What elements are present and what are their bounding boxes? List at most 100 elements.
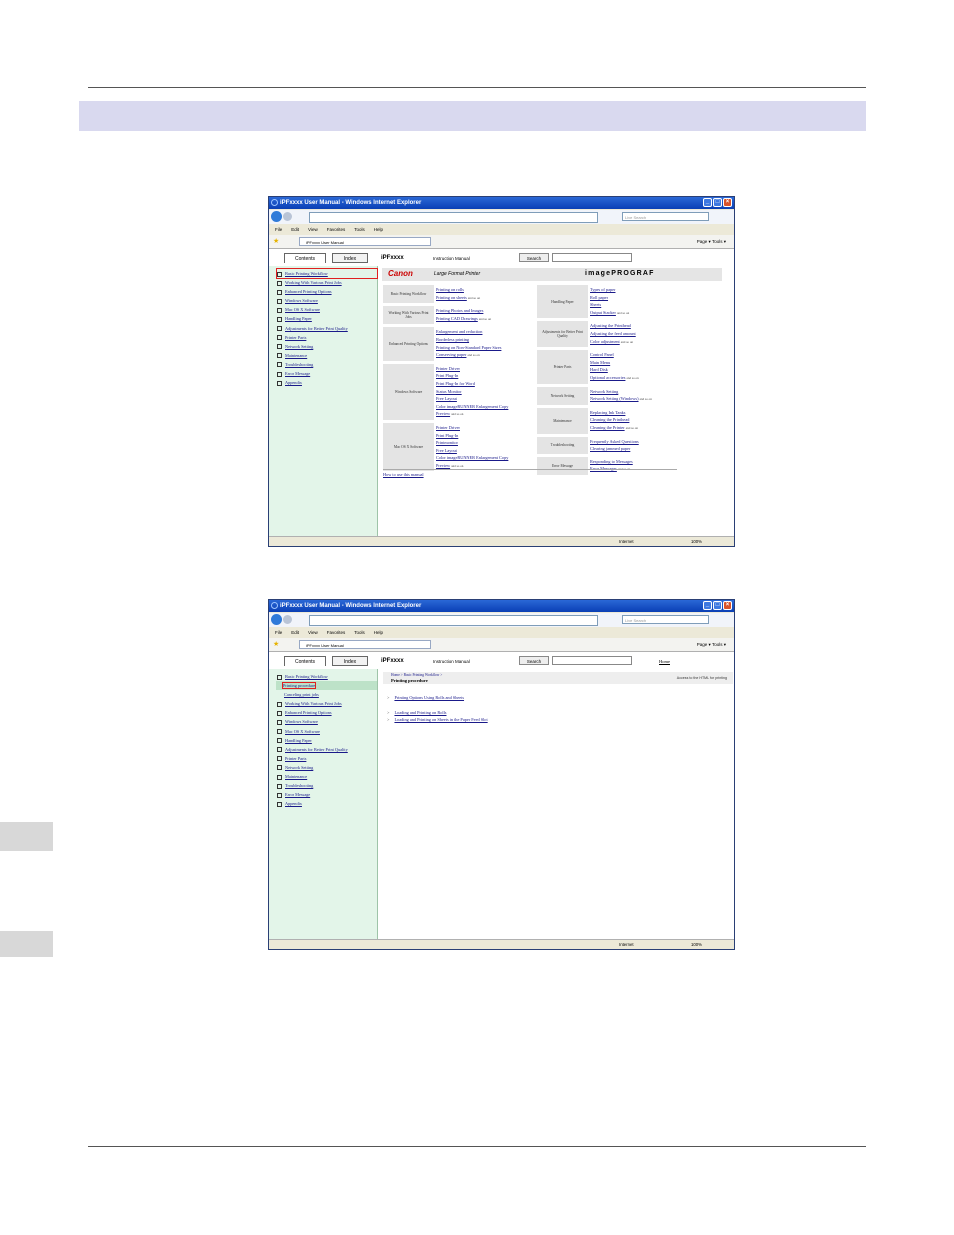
category-link[interactable]: Adjusting the feed amount — [590, 330, 687, 338]
toc-subitem[interactable]: Printing procedure — [276, 681, 377, 691]
toc-item[interactable]: Network Setting — [277, 763, 377, 772]
category-link[interactable]: Color imageRUNNER Enlargement Copy — [436, 403, 533, 411]
category-link[interactable]: Printing on rolls — [436, 286, 533, 294]
toc-item[interactable]: Maintenance — [277, 351, 377, 360]
breadcrumb[interactable]: Home > Basic Printing Workflow > — [391, 673, 442, 677]
category-link[interactable]: Printing on Non-Standard Paper Sizes — [436, 344, 533, 352]
toc-item[interactable]: Mac OS X Software — [277, 305, 377, 314]
live-search-input[interactable]: Live Search — [622, 212, 709, 221]
category-link[interactable]: Clearing jammed paper — [590, 445, 687, 453]
expand-box-icon[interactable] — [277, 701, 282, 707]
toc-item[interactable]: Handling Paper — [277, 314, 377, 323]
expand-box-icon[interactable] — [277, 335, 282, 341]
expand-box-icon[interactable] — [277, 729, 282, 735]
expand-box-icon[interactable] — [277, 298, 282, 304]
menu-view[interactable]: View — [308, 628, 318, 637]
expand-box-icon[interactable] — [277, 271, 282, 277]
category-link[interactable]: Responding to Messages — [590, 458, 687, 466]
toc-item[interactable]: Enhanced Printing Options — [277, 287, 377, 296]
close-button[interactable]: × — [723, 601, 732, 610]
expand-box-icon[interactable] — [277, 774, 282, 780]
zoom-level[interactable]: 100% — [691, 537, 702, 546]
maximize-button[interactable]: □ — [713, 198, 722, 207]
category-link[interactable]: Conserving paper and so on — [436, 351, 533, 360]
category-link[interactable]: Cleaning the Printer and so on — [590, 424, 687, 433]
zoom-level[interactable]: 100% — [691, 940, 702, 949]
toc-item[interactable]: Basic Printing Workflow — [276, 267, 378, 280]
category-link[interactable]: Color imageRUNNER Enlargement Copy — [436, 454, 533, 462]
category-link[interactable]: Printing on sheets and so on — [436, 294, 533, 303]
procedure-link[interactable]: > Loading and Printing on Rolls — [387, 709, 488, 716]
back-button[interactable] — [271, 211, 282, 222]
category-link[interactable]: Free Layout — [436, 447, 533, 455]
category-link[interactable]: Printer Driver — [436, 424, 533, 432]
expand-box-icon[interactable] — [277, 344, 282, 350]
index-tab[interactable]: Index — [332, 253, 368, 263]
category-link[interactable]: Printer Driver — [436, 365, 533, 373]
category-link[interactable]: Control Panel — [590, 351, 687, 359]
expand-box-icon[interactable] — [277, 316, 282, 322]
procedure-link[interactable]: > Loading and Printing on Sheets in the P… — [387, 716, 488, 723]
toc-item[interactable]: Handling Paper — [277, 736, 377, 745]
category-link[interactable]: Enlargement and reduction — [436, 328, 533, 336]
toc-item[interactable]: Basic Printing Workflow — [277, 672, 377, 681]
expand-box-icon[interactable] — [277, 289, 282, 295]
command-bar[interactable]: Page ▾ Tools ▾ — [697, 640, 726, 649]
minimize-button[interactable]: _ — [703, 198, 712, 207]
expand-box-icon[interactable] — [277, 710, 282, 716]
category-link[interactable]: Replacing Ink Tanks — [590, 409, 687, 417]
toc-subitem[interactable]: Canceling print jobs — [277, 690, 377, 699]
expand-box-icon[interactable] — [277, 719, 282, 725]
expand-box-icon[interactable] — [277, 756, 282, 762]
expand-box-icon[interactable] — [277, 326, 282, 332]
procedure-link[interactable]: > Printing Options Using Rolls and Sheets — [387, 694, 488, 701]
expand-box-icon[interactable] — [277, 783, 282, 789]
expand-box-icon[interactable] — [277, 307, 282, 313]
toc-item[interactable]: Working With Various Print Jobs — [277, 699, 377, 708]
menu-file[interactable]: File — [275, 225, 282, 234]
category-link[interactable]: Network Setting — [590, 388, 687, 396]
toc-item[interactable]: Troubleshooting — [277, 360, 377, 369]
toc-item[interactable]: Windows Software — [277, 296, 377, 305]
forward-button[interactable] — [283, 615, 292, 624]
toc-item[interactable]: Windows Software — [277, 717, 377, 726]
expand-box-icon[interactable] — [277, 380, 282, 386]
menu-favorites[interactable]: Favorites — [327, 225, 346, 234]
search-button[interactable]: Search — [519, 656, 549, 665]
how-to-use-link[interactable]: How to use this manual — [383, 469, 677, 477]
category-link[interactable]: Print Plug-In — [436, 432, 533, 440]
live-search-input[interactable]: Live Search — [622, 615, 709, 624]
expand-box-icon[interactable] — [277, 801, 282, 807]
category-link[interactable]: Print Plug-In for Word — [436, 380, 533, 388]
toc-item[interactable]: Printer Parts — [277, 754, 377, 763]
minimize-button[interactable]: _ — [703, 601, 712, 610]
toc-item[interactable]: Printer Parts — [277, 333, 377, 342]
search-input[interactable] — [552, 656, 632, 665]
menu-file[interactable]: File — [275, 628, 282, 637]
category-link[interactable]: Output Stacker and so on — [590, 309, 687, 318]
menu-tools[interactable]: Tools — [354, 628, 365, 637]
browser-tab[interactable]: iPFxxxx User Manual — [299, 237, 431, 246]
toc-item[interactable]: Error Message — [277, 369, 377, 378]
menu-tools[interactable]: Tools — [354, 225, 365, 234]
category-link[interactable]: Adjusting the Printhead — [590, 322, 687, 330]
toc-item[interactable]: Working With Various Print Jobs — [277, 278, 377, 287]
expand-box-icon[interactable] — [277, 747, 282, 753]
category-link[interactable]: Roll paper — [590, 294, 687, 302]
expand-box-icon[interactable] — [277, 362, 282, 368]
category-link[interactable]: Printing CAD Drawings and so on — [436, 315, 533, 324]
contents-tab[interactable]: Contents — [284, 656, 326, 666]
category-link[interactable]: Print Plug-In — [436, 372, 533, 380]
category-link[interactable]: Color adjustment and so on — [590, 338, 687, 347]
index-tab[interactable]: Index — [332, 656, 368, 666]
toc-item[interactable]: Adjustments for Better Print Quality — [277, 324, 377, 333]
expand-box-icon[interactable] — [277, 765, 282, 771]
command-bar[interactable]: Page ▾ Tools ▾ — [697, 237, 726, 246]
category-link[interactable]: Network Setting (Windows) and so on — [590, 395, 687, 404]
menu-favorites[interactable]: Favorites — [327, 628, 346, 637]
category-link[interactable]: Frequently Asked Questions — [590, 438, 687, 446]
url-input[interactable] — [309, 615, 598, 626]
toc-item[interactable]: Appendix — [277, 799, 377, 808]
toc-item[interactable]: Appendix — [277, 378, 377, 387]
expand-box-icon[interactable] — [277, 792, 282, 798]
